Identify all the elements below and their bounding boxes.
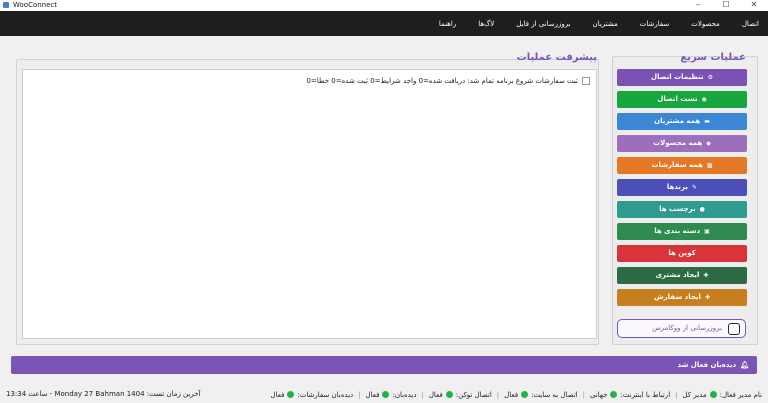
log-item-text: ثبت سفارشات شروع برنامه تمام شد: دریافت … bbox=[306, 77, 579, 85]
button-label: همه مشتریان bbox=[654, 117, 701, 125]
all-orders-icon: ▦ bbox=[706, 162, 713, 169]
status-dot bbox=[610, 391, 618, 398]
brands-icon: ✎ bbox=[692, 184, 698, 191]
status-label: دیده‌بان سفارشات: bbox=[297, 390, 354, 399]
tags-button[interactable]: ●برچسب ها bbox=[617, 201, 747, 218]
status-value: جهانی bbox=[589, 390, 608, 399]
status-separator: | bbox=[421, 390, 424, 399]
menu-item-logs[interactable]: لاگ‌ها bbox=[478, 20, 494, 28]
create-order-button[interactable]: ✚ایجاد سفارش bbox=[617, 289, 747, 306]
status-dot bbox=[382, 391, 390, 398]
status-label: ارتباط با اینترنت: bbox=[620, 390, 671, 399]
update-checkbox[interactable] bbox=[728, 323, 740, 335]
button-label: تنظیمات اتصال bbox=[651, 73, 704, 81]
test-connection-button[interactable]: ◉تست اتصال bbox=[617, 91, 747, 108]
status-label: نام مدیر فعال: bbox=[719, 390, 762, 399]
minimize-button[interactable]: – bbox=[684, 0, 712, 11]
button-label: برچسب ها bbox=[659, 205, 696, 213]
coupons-button[interactable]: کوپن ها bbox=[617, 245, 747, 262]
maximize-button[interactable]: ☐ bbox=[712, 0, 740, 11]
status-item-token: اتصال توکن: فعال bbox=[429, 391, 492, 399]
create-order-icon: ✚ bbox=[704, 294, 710, 301]
menu-item-customers[interactable]: مشتریان bbox=[593, 20, 618, 28]
status-dot bbox=[445, 391, 453, 398]
log-item[interactable]: ثبت سفارشات شروع برنامه تمام شد: دریافت … bbox=[306, 77, 590, 85]
button-label: برندها bbox=[666, 183, 689, 191]
all-products-icon: ◆ bbox=[706, 140, 711, 147]
bell-icon: 🔔︎ bbox=[740, 361, 749, 369]
status-dot bbox=[521, 391, 529, 398]
button-label: کوپن ها bbox=[668, 249, 696, 257]
notification-bar: 🔔︎دیده‌بان فعال شد bbox=[11, 356, 757, 374]
status-item-watcher: دیده‌بان: فعال bbox=[366, 391, 417, 399]
tags-icon: ● bbox=[699, 206, 705, 213]
connection-settings-button[interactable]: ⚙تنظیمات اتصال bbox=[617, 69, 747, 86]
app-icon bbox=[3, 2, 9, 8]
categories-icon: ▣ bbox=[704, 228, 710, 235]
all-orders-button[interactable]: ▦همه سفارشات bbox=[617, 157, 747, 174]
status-label: اتصال به سایت: bbox=[531, 390, 578, 399]
button-label: همه سفارشات bbox=[651, 161, 703, 169]
all-customers-icon: ▬ bbox=[704, 118, 710, 125]
log-list[interactable]: ثبت سفارشات شروع برنامه تمام شد: دریافت … bbox=[22, 69, 597, 339]
button-label: تست اتصال bbox=[657, 95, 698, 103]
menu-bar: اتصال محصولات سفارشات مشتریان بروزرسانی … bbox=[0, 11, 768, 36]
last-test-time: آخرین زمان تست: Monday 27 Bahman 1404 - … bbox=[6, 390, 201, 398]
progress-title: پیشرفت عملیات bbox=[516, 52, 597, 63]
categories-button[interactable]: ▣دسته بندی ها bbox=[617, 223, 747, 240]
menu-item-connection[interactable]: اتصال bbox=[742, 20, 759, 28]
status-value: فعال bbox=[428, 390, 443, 399]
menu-item-products[interactable]: محصولات bbox=[691, 20, 720, 28]
status-separator: | bbox=[358, 390, 361, 399]
status-separator: | bbox=[582, 390, 585, 399]
menu-item-help[interactable]: راهنما bbox=[439, 20, 456, 28]
button-label: ایجاد سفارش bbox=[653, 293, 701, 301]
notification-text: دیده‌بان فعال شد bbox=[677, 361, 737, 369]
status-label: اتصال توکن: bbox=[455, 390, 492, 399]
brands-button[interactable]: ✎برندها bbox=[617, 179, 747, 196]
create-customer-button[interactable]: ✚ایجاد مشتری bbox=[617, 267, 747, 284]
connection-settings-icon: ⚙ bbox=[707, 74, 713, 81]
all-products-button[interactable]: ◆همه محصولات bbox=[617, 135, 747, 152]
status-label: دیده‌بان: bbox=[392, 390, 417, 399]
log-item-checkbox[interactable] bbox=[582, 77, 590, 85]
status-bar: نام مدیر فعال: مدیر کل | ارتباط با اینترن… bbox=[0, 386, 768, 403]
status-dot bbox=[709, 391, 717, 398]
status-item-admin: نام مدیر فعال: مدیر کل bbox=[683, 391, 763, 399]
quick-actions-title: عملیات سریع bbox=[680, 52, 746, 63]
update-toggle-label: بروزرسانی از ووکامرس bbox=[652, 324, 722, 332]
test-connection-icon: ◉ bbox=[701, 96, 707, 103]
status-value: مدیر کل bbox=[682, 390, 707, 399]
button-label: دسته بندی ها bbox=[654, 227, 701, 235]
status-item-order-watcher: دیده‌بان سفارشات: فعال bbox=[270, 391, 353, 399]
status-dot bbox=[287, 391, 295, 398]
button-label: ایجاد مشتری bbox=[655, 271, 700, 279]
all-customers-button[interactable]: ▬همه مشتریان bbox=[617, 113, 747, 130]
close-button[interactable]: ✕ bbox=[740, 0, 768, 11]
button-label: همه محصولات bbox=[653, 139, 703, 147]
menu-item-update-from-file[interactable]: بروزرسانی از فایل bbox=[516, 20, 570, 28]
create-customer-icon: ✚ bbox=[703, 272, 709, 279]
update-from-woocommerce-toggle[interactable]: بروزرسانی از ووکامرس bbox=[617, 319, 746, 338]
status-value: فعال bbox=[270, 390, 285, 399]
status-item-site: اتصال به سایت: فعال bbox=[504, 391, 577, 399]
window-title: WooConnect bbox=[13, 1, 58, 9]
menu-item-orders[interactable]: سفارشات bbox=[640, 20, 670, 28]
status-separator: | bbox=[496, 390, 500, 399]
status-value: فعال bbox=[365, 390, 380, 399]
status-item-internet: ارتباط با اینترنت: جهانی bbox=[590, 391, 670, 399]
status-value: فعال bbox=[504, 390, 519, 399]
status-separator: | bbox=[675, 390, 678, 399]
